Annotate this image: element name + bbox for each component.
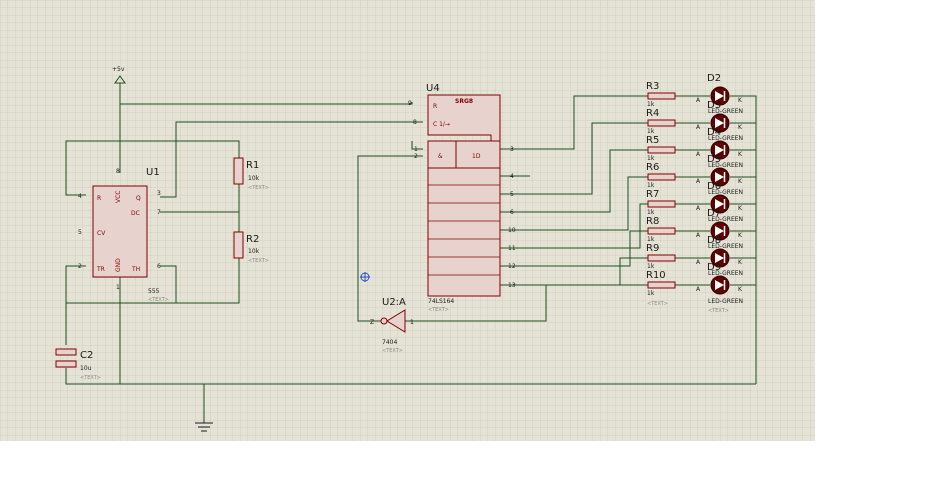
svg-text:Q: Q	[136, 195, 141, 202]
r1-ref-label: R1	[246, 160, 259, 171]
u1-ref-label: U1	[146, 167, 160, 178]
schematic-svg: +5v U1 R Q DC CV TR TH VCC GND 4 3 7 5 2…	[0, 0, 815, 441]
r2-text-placeholder: <TEXT>	[248, 258, 269, 264]
svg-text:13: 13	[508, 282, 516, 289]
svg-text:12: 12	[508, 263, 516, 270]
svg-text:C 1/→: C 1/→	[433, 121, 450, 128]
svg-text:8: 8	[413, 119, 417, 126]
led-ref-label: D7	[707, 208, 721, 219]
svg-text:7: 7	[157, 209, 161, 216]
resistor-ref-label: R4	[646, 108, 659, 119]
svg-text:SRG8: SRG8	[455, 98, 473, 105]
resistor-ref-label: R5	[646, 135, 659, 146]
svg-text:CV: CV	[97, 230, 106, 237]
led-ref-label: D6	[707, 181, 721, 192]
svg-text:&: &	[438, 153, 443, 160]
led-ref-label: D2	[707, 73, 721, 84]
resistor-ref-label: R3	[646, 81, 659, 92]
resistor-text-placeholder: <TEXT>	[647, 301, 668, 307]
resistor-value-label: 1k	[647, 101, 655, 108]
svg-text:8: 8	[116, 168, 120, 175]
svg-text:GND: GND	[115, 258, 122, 272]
resistor-value-label: 1k	[647, 290, 655, 297]
svg-text:6: 6	[157, 263, 161, 270]
r1-value-label: 10k	[248, 175, 260, 182]
u4-ref-label: U4	[426, 83, 440, 94]
u1-part-label: 555	[148, 288, 160, 295]
resistor-value-label: 1k	[647, 236, 655, 243]
led-ref-label: D5	[707, 154, 721, 165]
svg-text:3: 3	[157, 190, 161, 197]
schematic-canvas[interactable]: +5v U1 R Q DC CV TR TH VCC GND 4 3 7 5 2…	[0, 0, 944, 480]
resistor-ref-label: R10	[646, 270, 666, 281]
svg-text:6: 6	[510, 209, 514, 216]
svg-text:1: 1	[414, 146, 418, 153]
u4-part-label: 74LS164	[428, 298, 454, 305]
svg-text:DC: DC	[131, 210, 140, 217]
resistor-value-label: 1k	[647, 128, 655, 135]
svg-text:4: 4	[78, 193, 82, 200]
svg-text:10: 10	[508, 227, 516, 234]
svg-text:VCC: VCC	[115, 191, 122, 203]
led-ref-label: D3	[707, 100, 721, 111]
resistor-ref-label: R9	[646, 243, 659, 254]
power-label: +5v	[112, 66, 125, 73]
r2-ref-label: R2	[246, 234, 259, 245]
resistor-value-label: 1k	[647, 209, 655, 216]
led-part-label: LED-GREEN	[708, 298, 743, 305]
resistor-ref-label: R7	[646, 189, 659, 200]
c2-ref-label: C2	[80, 350, 93, 361]
led-ref-label: D9	[707, 262, 721, 273]
svg-text:2: 2	[78, 263, 82, 270]
led-text-placeholder: <TEXT>	[708, 308, 729, 314]
resistor-value-label: 1k	[647, 182, 655, 189]
r2-value-label: 10k	[248, 248, 260, 255]
svg-text:R: R	[433, 103, 437, 110]
resistor-value-label: 1k	[647, 263, 655, 270]
svg-text:4: 4	[510, 173, 514, 180]
svg-text:11: 11	[508, 245, 516, 252]
svg-text:5: 5	[510, 191, 514, 198]
u2a-part-label: 7404	[382, 339, 397, 346]
resistor-ref-label: R6	[646, 162, 659, 173]
svg-text:TH: TH	[131, 266, 140, 273]
svg-text:R: R	[97, 195, 101, 202]
u1-text-placeholder: <TEXT>	[148, 297, 169, 303]
svg-text:1D: 1D	[472, 153, 481, 160]
led-ref-label: D4	[707, 127, 721, 138]
u4-text-placeholder: <TEXT>	[428, 307, 449, 313]
svg-text:Z: Z	[370, 319, 374, 326]
svg-text:1: 1	[116, 284, 120, 291]
c2-value-label: 10u	[80, 365, 92, 372]
svg-text:2: 2	[414, 153, 418, 160]
resistor-value-label: 1k	[647, 155, 655, 162]
resistor-ref-label: R8	[646, 216, 659, 227]
led-ref-label: D8	[707, 235, 721, 246]
svg-text:TR: TR	[96, 266, 105, 273]
svg-text:9: 9	[408, 100, 412, 107]
u2a-ref-label: U2:A	[382, 297, 406, 308]
svg-text:1: 1	[410, 319, 414, 326]
svg-text:3: 3	[510, 146, 514, 153]
r1-text-placeholder: <TEXT>	[248, 185, 269, 191]
c2-text-placeholder: <TEXT>	[80, 375, 101, 381]
svg-text:5: 5	[78, 229, 82, 236]
u2a-text-placeholder: <TEXT>	[382, 348, 403, 354]
